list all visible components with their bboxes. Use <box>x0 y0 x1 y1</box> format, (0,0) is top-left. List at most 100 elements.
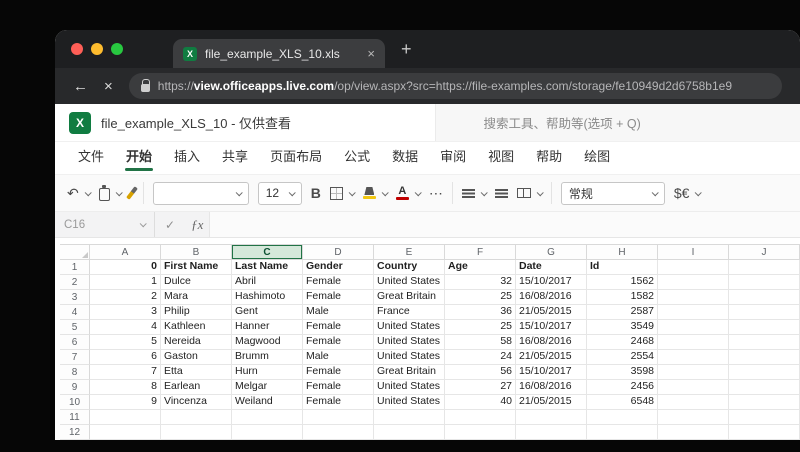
cell-D4[interactable]: Male <box>303 305 374 320</box>
column-header-C[interactable]: C <box>232 244 303 260</box>
new-tab-button[interactable]: + <box>401 40 412 58</box>
cell-D3[interactable]: Female <box>303 290 374 305</box>
cell-F6[interactable]: 58 <box>445 335 516 350</box>
cell-F9[interactable]: 27 <box>445 380 516 395</box>
cell-D1[interactable]: Gender <box>303 260 374 275</box>
menu-tab-8[interactable]: 视图 <box>477 146 525 174</box>
cell-A9[interactable]: 8 <box>90 380 161 395</box>
bold-button[interactable]: B <box>311 185 321 201</box>
cell-D7[interactable]: Male <box>303 350 374 365</box>
cell-B3[interactable]: Mara <box>161 290 232 305</box>
cell-E12[interactable] <box>374 425 445 440</box>
undo-button[interactable]: ↶ <box>67 186 92 200</box>
cell-J4[interactable] <box>729 305 800 320</box>
row-header-1[interactable]: 1 <box>60 260 90 275</box>
cell-J6[interactable] <box>729 335 800 350</box>
font-name-select[interactable] <box>152 181 249 205</box>
row-header-3[interactable]: 3 <box>60 290 90 305</box>
menu-tab-9[interactable]: 帮助 <box>525 146 573 174</box>
menu-tab-2[interactable]: 插入 <box>163 146 211 174</box>
cell-H12[interactable] <box>587 425 658 440</box>
cell-C10[interactable]: Weiland <box>232 395 303 410</box>
menu-tab-5[interactable]: 公式 <box>333 146 381 174</box>
cell-J12[interactable] <box>729 425 800 440</box>
cell-A8[interactable]: 7 <box>90 365 161 380</box>
cell-I1[interactable] <box>658 260 729 275</box>
cell-C3[interactable]: Hashimoto <box>232 290 303 305</box>
cell-D5[interactable]: Female <box>303 320 374 335</box>
tab-close-icon[interactable]: × <box>367 46 375 61</box>
align-button[interactable] <box>461 188 488 198</box>
cell-F8[interactable]: 56 <box>445 365 516 380</box>
cell-G7[interactable]: 21/05/2015 <box>516 350 587 365</box>
column-header-J[interactable]: J <box>729 244 800 260</box>
format-painter-button[interactable] <box>125 186 138 200</box>
cell-H3[interactable]: 1582 <box>587 290 658 305</box>
cell-A11[interactable] <box>90 410 161 425</box>
column-header-E[interactable]: E <box>374 244 445 260</box>
cell-F1[interactable]: Age <box>445 260 516 275</box>
cell-E7[interactable]: United States <box>374 350 445 365</box>
cell-F3[interactable]: 25 <box>445 290 516 305</box>
row-header-7[interactable]: 7 <box>60 350 90 365</box>
cell-A10[interactable]: 9 <box>90 395 161 410</box>
cell-F5[interactable]: 25 <box>445 320 516 335</box>
wrap-text-button[interactable] <box>494 188 508 198</box>
cell-E3[interactable]: Great Britain <box>374 290 445 305</box>
cell-D2[interactable]: Female <box>303 275 374 290</box>
cell-C4[interactable]: Gent <box>232 305 303 320</box>
cell-B1[interactable]: First Name <box>161 260 232 275</box>
window-minimize-button[interactable] <box>91 43 103 55</box>
cell-C1[interactable]: Last Name <box>232 260 303 275</box>
paste-button[interactable] <box>98 184 123 201</box>
cell-I8[interactable] <box>658 365 729 380</box>
cell-C2[interactable]: Abril <box>232 275 303 290</box>
cell-A1[interactable]: 0 <box>90 260 161 275</box>
cell-I11[interactable] <box>658 410 729 425</box>
fill-color-button[interactable] <box>362 187 389 199</box>
row-header-9[interactable]: 9 <box>60 380 90 395</box>
menu-tab-1[interactable]: 开始 <box>115 146 163 174</box>
column-header-B[interactable]: B <box>161 244 232 260</box>
cell-J8[interactable] <box>729 365 800 380</box>
cell-J1[interactable] <box>729 260 800 275</box>
cell-E1[interactable]: Country <box>374 260 445 275</box>
cell-C5[interactable]: Hanner <box>232 320 303 335</box>
cell-F2[interactable]: 32 <box>445 275 516 290</box>
row-header-11[interactable]: 11 <box>60 410 90 425</box>
select-all-corner[interactable] <box>60 244 90 260</box>
cell-G10[interactable]: 21/05/2015 <box>516 395 587 410</box>
font-color-button[interactable]: A <box>395 186 422 200</box>
menu-tab-4[interactable]: 页面布局 <box>259 146 333 174</box>
cell-B2[interactable]: Dulce <box>161 275 232 290</box>
cell-G12[interactable] <box>516 425 587 440</box>
cell-C9[interactable]: Melgar <box>232 380 303 395</box>
cell-I12[interactable] <box>658 425 729 440</box>
cell-J2[interactable] <box>729 275 800 290</box>
cell-I10[interactable] <box>658 395 729 410</box>
cell-H11[interactable] <box>587 410 658 425</box>
column-header-I[interactable]: I <box>658 244 729 260</box>
cell-H1[interactable]: Id <box>587 260 658 275</box>
cell-B11[interactable] <box>161 410 232 425</box>
cell-F4[interactable]: 36 <box>445 305 516 320</box>
cell-B9[interactable]: Earlean <box>161 380 232 395</box>
cell-F7[interactable]: 24 <box>445 350 516 365</box>
menu-tab-6[interactable]: 数据 <box>381 146 429 174</box>
cell-H9[interactable]: 2456 <box>587 380 658 395</box>
cell-B4[interactable]: Philip <box>161 305 232 320</box>
cell-H6[interactable]: 2468 <box>587 335 658 350</box>
cell-E6[interactable]: United States <box>374 335 445 350</box>
cell-I9[interactable] <box>658 380 729 395</box>
borders-button[interactable] <box>329 186 356 200</box>
cell-C11[interactable] <box>232 410 303 425</box>
cell-G1[interactable]: Date <box>516 260 587 275</box>
cell-C7[interactable]: Brumm <box>232 350 303 365</box>
cell-H5[interactable]: 3549 <box>587 320 658 335</box>
row-header-10[interactable]: 10 <box>60 395 90 410</box>
formula-input[interactable] <box>209 212 800 237</box>
cell-H2[interactable]: 1562 <box>587 275 658 290</box>
cell-D6[interactable]: Female <box>303 335 374 350</box>
cell-B7[interactable]: Gaston <box>161 350 232 365</box>
cell-G6[interactable]: 16/08/2016 <box>516 335 587 350</box>
